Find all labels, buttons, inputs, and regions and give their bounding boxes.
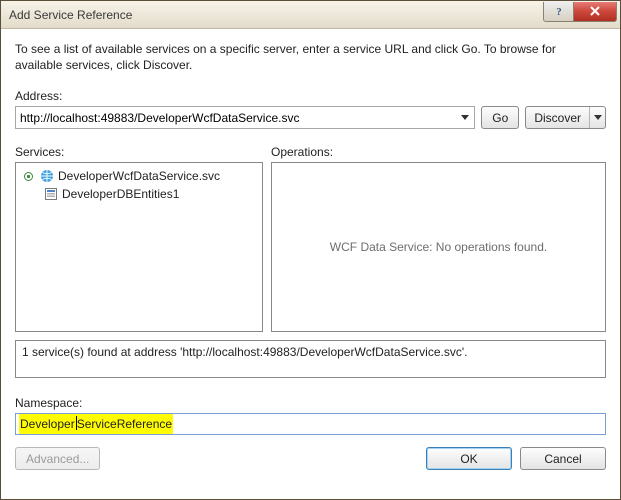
discover-button-label: Discover: [526, 107, 589, 128]
help-button[interactable]: ?: [543, 2, 573, 22]
go-button[interactable]: Go: [481, 106, 519, 129]
service-globe-icon: [39, 168, 55, 184]
namespace-value-prefix: Developer: [19, 414, 76, 434]
close-icon: [589, 6, 601, 16]
services-tree[interactable]: DeveloperWcfDataService.svc DeveloperDBE…: [15, 162, 263, 332]
entity-icon: [43, 186, 59, 202]
tree-item-label: DeveloperDBEntities1: [62, 187, 179, 201]
namespace-value-suffix: ServiceReference: [76, 414, 173, 434]
window-title: Add Service Reference: [9, 8, 543, 22]
close-button[interactable]: [573, 2, 617, 22]
chevron-down-icon: [461, 115, 469, 121]
address-input[interactable]: [16, 107, 456, 128]
discover-dropdown-button[interactable]: [589, 107, 605, 128]
namespace-input[interactable]: DeveloperServiceReference: [15, 413, 606, 435]
svg-text:?: ?: [556, 6, 562, 17]
title-bar: Add Service Reference ?: [1, 1, 620, 29]
advanced-button[interactable]: Advanced...: [15, 447, 100, 470]
address-label: Address:: [15, 89, 606, 103]
discover-split-button[interactable]: Discover: [525, 106, 606, 129]
address-combobox[interactable]: [15, 106, 475, 129]
services-label: Services:: [15, 145, 263, 159]
operations-list[interactable]: WCF Data Service: No operations found.: [271, 162, 606, 332]
tree-item-label: DeveloperWcfDataService.svc: [58, 169, 220, 183]
operations-empty-text: WCF Data Service: No operations found.: [274, 167, 603, 327]
chevron-down-icon: [594, 115, 602, 121]
operations-label: Operations:: [271, 145, 606, 159]
tree-item-root[interactable]: DeveloperWcfDataService.svc: [18, 167, 260, 185]
help-icon: ?: [553, 5, 565, 17]
intro-text: To see a list of available services on a…: [15, 41, 606, 73]
ok-button[interactable]: OK: [426, 447, 512, 470]
address-dropdown-button[interactable]: [456, 115, 474, 121]
status-box: 1 service(s) found at address 'http://lo…: [15, 340, 606, 378]
expand-icon[interactable]: [20, 168, 36, 184]
dialog-content: To see a list of available services on a…: [1, 29, 620, 499]
namespace-label: Namespace:: [15, 396, 606, 410]
dialog-window: Add Service Reference ? To see a list of…: [0, 0, 621, 500]
cancel-button[interactable]: Cancel: [520, 447, 606, 470]
tree-item-child[interactable]: DeveloperDBEntities1: [18, 185, 260, 203]
status-text: 1 service(s) found at address 'http://lo…: [22, 345, 467, 359]
